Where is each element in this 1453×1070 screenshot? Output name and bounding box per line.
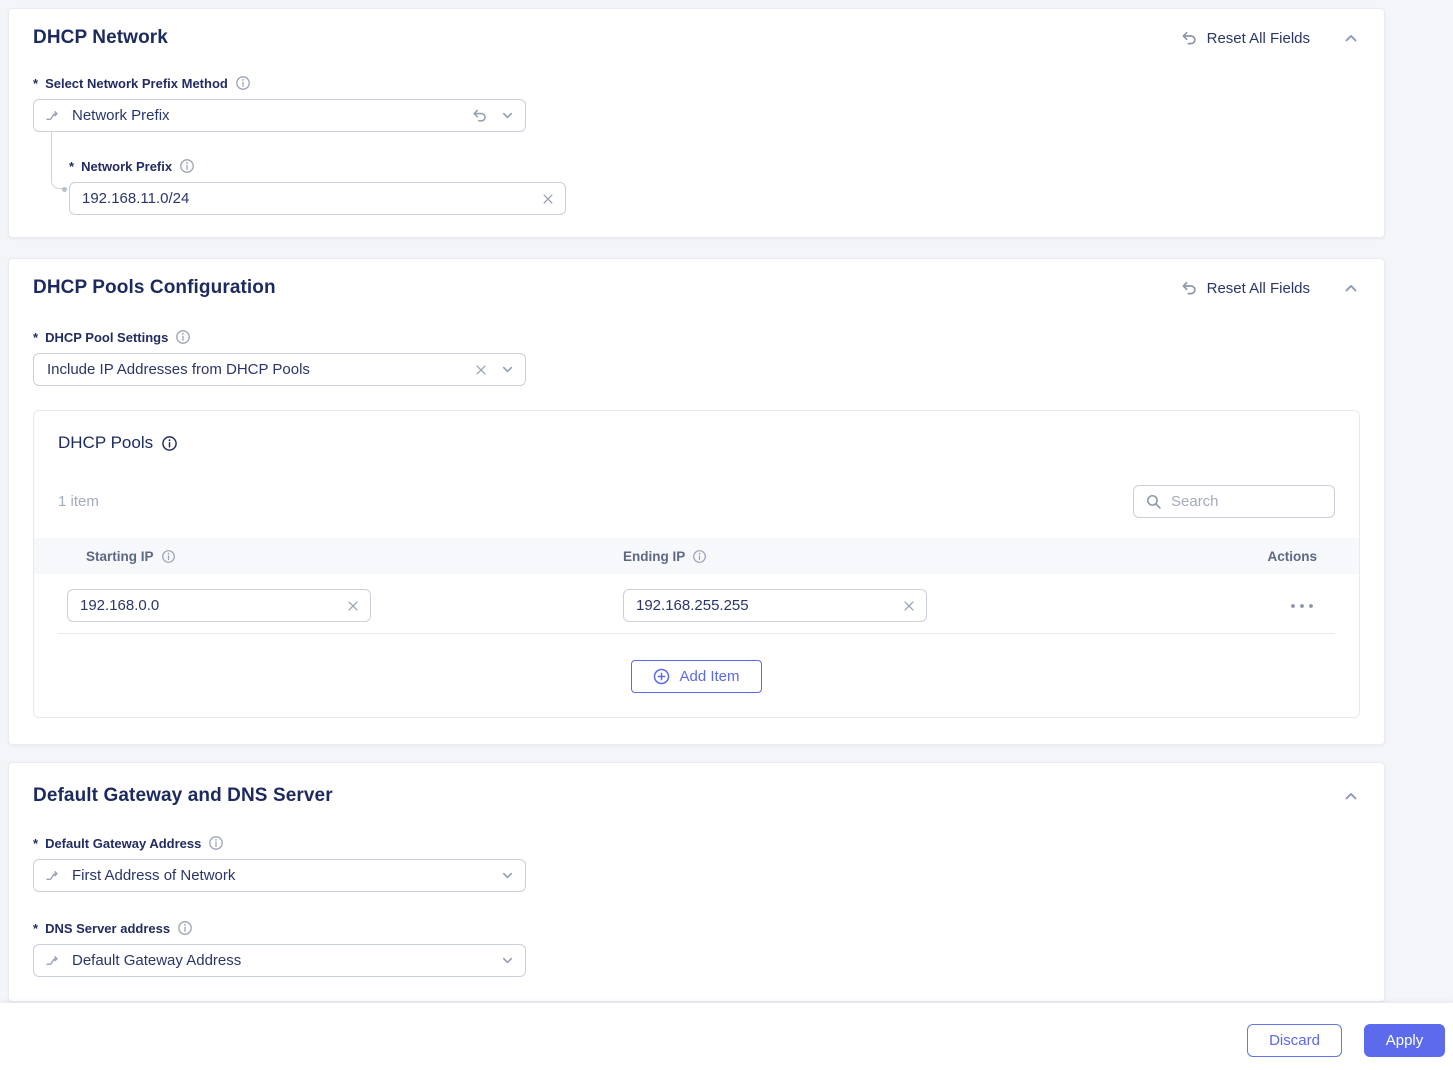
clear-icon[interactable] bbox=[541, 192, 555, 206]
reset-all-fields-button[interactable]: Reset All Fields bbox=[1180, 279, 1310, 297]
required-mark: * bbox=[33, 836, 38, 851]
search-icon bbox=[1145, 493, 1162, 510]
item-count: 1 item bbox=[58, 493, 99, 510]
info-icon[interactable] bbox=[161, 435, 178, 452]
clear-icon[interactable] bbox=[902, 599, 916, 613]
dhcp-pools-config-title: DHCP Pools Configuration bbox=[33, 277, 276, 299]
info-icon[interactable] bbox=[208, 835, 224, 851]
default-gateway-select[interactable]: First Address of Network bbox=[33, 859, 526, 892]
gateway-dns-card: Default Gateway and DNS Server * Default… bbox=[8, 762, 1385, 1002]
dhcp-pools-panel: DHCP Pools 1 item Starting IP E bbox=[33, 410, 1360, 718]
info-icon[interactable] bbox=[175, 329, 191, 345]
add-item-button[interactable]: Add Item bbox=[631, 660, 761, 693]
dns-server-label: DNS Server address bbox=[45, 921, 170, 936]
clear-icon[interactable] bbox=[346, 599, 360, 613]
reset-field-icon[interactable] bbox=[471, 107, 488, 124]
reset-icon bbox=[1180, 29, 1198, 47]
default-gateway-value: First Address of Network bbox=[72, 867, 489, 884]
col-ending-ip: Ending IP bbox=[623, 549, 685, 564]
pool-settings-select[interactable]: Include IP Addresses from DHCP Pools bbox=[33, 353, 526, 386]
dns-server-value: Default Gateway Address bbox=[72, 952, 489, 969]
reset-all-fields-label: Reset All Fields bbox=[1207, 30, 1310, 47]
required-mark: * bbox=[33, 330, 38, 345]
clear-icon[interactable] bbox=[474, 363, 488, 377]
prefix-method-select[interactable]: Network Prefix bbox=[33, 99, 526, 132]
dhcp-network-title: DHCP Network bbox=[33, 27, 168, 49]
row-actions-menu-icon[interactable] bbox=[1289, 602, 1315, 610]
chevron-up-icon[interactable] bbox=[1342, 787, 1360, 805]
prefix-method-value: Network Prefix bbox=[72, 107, 460, 124]
gateway-dns-title: Default Gateway and DNS Server bbox=[33, 785, 333, 807]
branch-icon bbox=[45, 868, 61, 884]
prefix-method-label: Select Network Prefix Method bbox=[45, 76, 228, 91]
reset-icon bbox=[1180, 279, 1198, 297]
add-item-label: Add Item bbox=[679, 668, 739, 685]
dhcp-network-card: DHCP Network Reset All Fields * Select N… bbox=[8, 8, 1385, 238]
dns-server-select[interactable]: Default Gateway Address bbox=[33, 944, 526, 977]
required-mark: * bbox=[69, 159, 74, 174]
search-input[interactable] bbox=[1171, 493, 1324, 510]
col-starting-ip: Starting IP bbox=[86, 549, 154, 564]
required-mark: * bbox=[33, 76, 38, 91]
chevron-down-icon[interactable] bbox=[500, 362, 515, 377]
pool-settings-label: DHCP Pool Settings bbox=[45, 330, 168, 345]
col-actions: Actions bbox=[1267, 549, 1317, 564]
network-prefix-label: Network Prefix bbox=[81, 159, 172, 174]
info-icon[interactable] bbox=[177, 920, 193, 936]
info-icon[interactable] bbox=[235, 75, 251, 91]
ending-ip-input[interactable] bbox=[636, 597, 902, 614]
reset-all-fields-label: Reset All Fields bbox=[1207, 280, 1310, 297]
info-icon[interactable] bbox=[692, 549, 707, 564]
nested-field-connector bbox=[51, 132, 64, 189]
chevron-down-icon[interactable] bbox=[500, 108, 515, 123]
pools-table-header: Starting IP Ending IP Actions bbox=[34, 538, 1359, 574]
chevron-down-icon[interactable] bbox=[500, 953, 515, 968]
branch-icon bbox=[45, 953, 61, 969]
discard-button[interactable]: Discard bbox=[1247, 1024, 1342, 1057]
pool-settings-value: Include IP Addresses from DHCP Pools bbox=[47, 361, 463, 378]
dhcp-pools-config-card: DHCP Pools Configuration Reset All Field… bbox=[8, 258, 1385, 745]
network-prefix-input[interactable] bbox=[82, 190, 541, 207]
search-box[interactable] bbox=[1133, 485, 1335, 518]
apply-button[interactable]: Apply bbox=[1364, 1024, 1445, 1057]
branch-icon bbox=[45, 108, 61, 124]
required-mark: * bbox=[33, 921, 38, 936]
starting-ip-input[interactable] bbox=[80, 597, 346, 614]
chevron-up-icon[interactable] bbox=[1342, 279, 1360, 297]
action-bar: Discard Apply bbox=[0, 1003, 1453, 1070]
dhcp-pools-title: DHCP Pools bbox=[58, 433, 153, 453]
info-icon[interactable] bbox=[161, 549, 176, 564]
plus-circle-icon bbox=[653, 668, 670, 685]
info-icon[interactable] bbox=[179, 158, 195, 174]
default-gateway-label: Default Gateway Address bbox=[45, 836, 201, 851]
chevron-down-icon[interactable] bbox=[500, 868, 515, 883]
table-row bbox=[58, 574, 1335, 634]
reset-all-fields-button[interactable]: Reset All Fields bbox=[1180, 29, 1310, 47]
chevron-up-icon[interactable] bbox=[1342, 29, 1360, 47]
